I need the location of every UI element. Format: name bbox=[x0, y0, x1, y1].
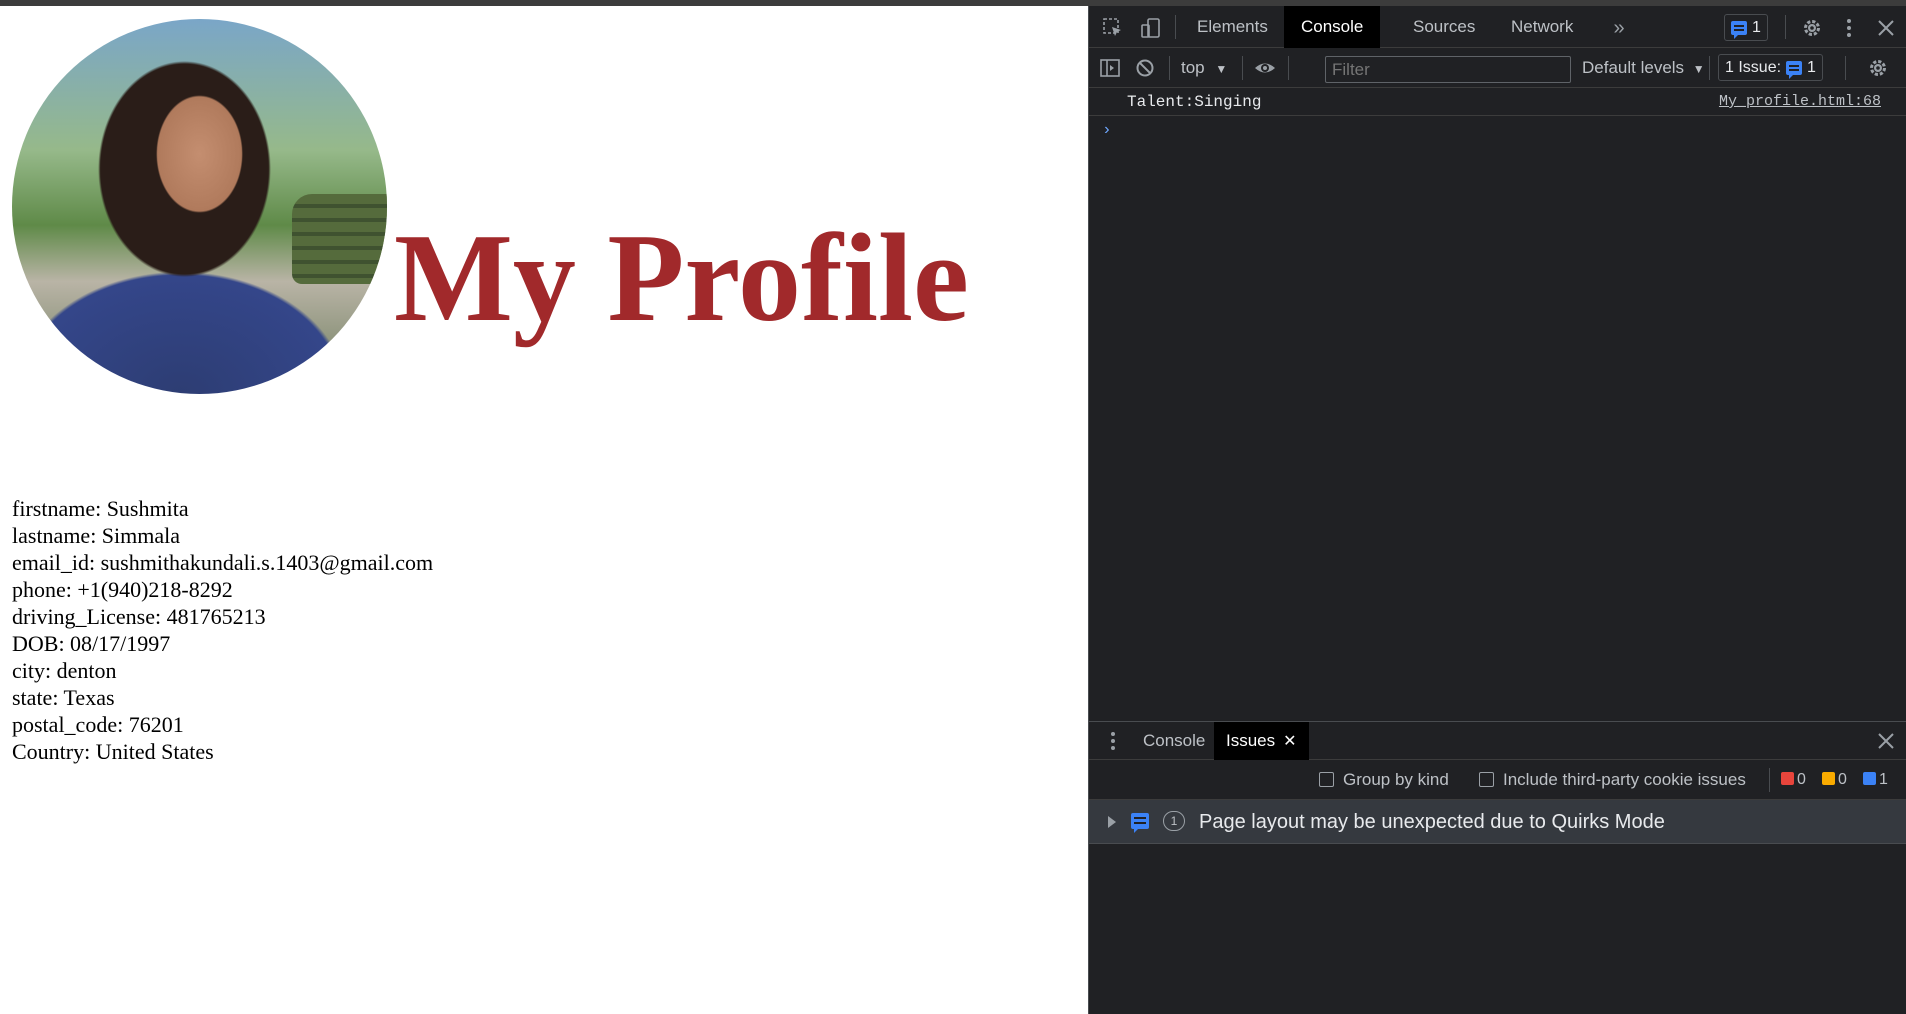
drawer-tab-bar: Console Issues ✕ bbox=[1089, 722, 1906, 760]
toolbar-divider bbox=[1242, 56, 1243, 80]
issue-count-pill: 1 bbox=[1163, 811, 1185, 831]
error-icon bbox=[1781, 772, 1794, 785]
messages-count: 1 bbox=[1752, 18, 1761, 36]
issue-row[interactable]: 1 Page layout may be unexpected due to Q… bbox=[1089, 800, 1906, 844]
close-icon[interactable] bbox=[1875, 17, 1897, 39]
drawer-menu-icon[interactable] bbox=[1102, 730, 1124, 752]
eye-icon[interactable] bbox=[1253, 57, 1275, 79]
third-party-label: Include third-party cookie issues bbox=[1503, 770, 1746, 789]
detail-state: state: Texas bbox=[12, 685, 115, 710]
toolbar-divider bbox=[1169, 56, 1170, 80]
context-label: top bbox=[1181, 58, 1205, 77]
device-toolbar-icon[interactable] bbox=[1140, 17, 1162, 39]
console-output: Talent:Singing My_profile.html:68 › bbox=[1089, 88, 1906, 728]
drawer-tab-issues[interactable]: Issues ✕ bbox=[1214, 722, 1309, 760]
drawer-tab-console[interactable]: Console bbox=[1131, 722, 1217, 760]
context-selector[interactable]: top ▼ bbox=[1181, 48, 1227, 88]
toolbar-divider bbox=[1288, 56, 1289, 80]
info-count: 1 bbox=[1863, 760, 1888, 800]
sidebar-toggle-icon[interactable] bbox=[1099, 57, 1121, 79]
issues-count: 1 bbox=[1807, 58, 1816, 76]
page-title: My Profile bbox=[394, 209, 969, 348]
detail-city: city: denton bbox=[12, 658, 117, 683]
tab-network[interactable]: Network bbox=[1494, 6, 1590, 48]
levels-label: Default levels bbox=[1582, 58, 1685, 77]
console-prompt[interactable]: › bbox=[1102, 121, 1112, 139]
toolbar-divider bbox=[1845, 56, 1846, 80]
drawer-tab-issues-label: Issues bbox=[1226, 731, 1276, 750]
messages-badge[interactable]: 1 bbox=[1724, 14, 1768, 41]
expand-triangle-icon[interactable] bbox=[1108, 816, 1116, 828]
console-message: Talent:Singing bbox=[1127, 93, 1262, 111]
warning-icon bbox=[1822, 772, 1835, 785]
issues-button[interactable]: 1 Issue: 1 bbox=[1718, 54, 1823, 81]
settings-icon[interactable] bbox=[1801, 17, 1823, 39]
group-by-kind-checkbox[interactable] bbox=[1319, 772, 1334, 787]
detail-driving-license: driving_License: 481765213 bbox=[12, 604, 266, 629]
console-source-link[interactable]: My_profile.html:68 bbox=[1719, 93, 1881, 110]
issue-type-icon bbox=[1131, 813, 1149, 833]
issues-toolbar: Group by kind Include third-party cookie… bbox=[1089, 760, 1906, 800]
info-count-value: 1 bbox=[1879, 771, 1888, 788]
kebab-menu-icon[interactable] bbox=[1838, 17, 1860, 39]
detail-dob: DOB: 08/17/1997 bbox=[12, 631, 171, 656]
profile-details: firstname: Sushmita lastname: Simmala em… bbox=[12, 495, 433, 765]
issues-label: 1 Issue: bbox=[1725, 58, 1782, 76]
group-by-kind-label: Group by kind bbox=[1343, 770, 1449, 789]
warning-count: 0 bbox=[1822, 760, 1847, 800]
page-viewport: My Profile firstname: Sushmita lastname:… bbox=[0, 6, 1088, 1014]
tab-divider bbox=[1785, 15, 1786, 39]
console-settings-icon[interactable] bbox=[1867, 57, 1889, 79]
detail-phone: phone: +1(940)218-8292 bbox=[12, 577, 233, 602]
detail-country: Country: United States bbox=[12, 739, 214, 764]
clear-console-icon[interactable] bbox=[1134, 57, 1156, 79]
tab-divider bbox=[1175, 15, 1176, 39]
toolbar-divider bbox=[1769, 768, 1770, 792]
detail-email: email_id: sushmithakundali.s.1403@gmail.… bbox=[12, 550, 434, 575]
devtools-tab-bar: Elements Console Sources Network » 1 bbox=[1089, 6, 1906, 48]
photo-bench bbox=[292, 194, 387, 284]
warning-count-value: 0 bbox=[1838, 771, 1847, 788]
issue-title: Page layout may be unexpected due to Qui… bbox=[1199, 811, 1665, 833]
tab-sources[interactable]: Sources bbox=[1396, 6, 1492, 48]
tab-elements[interactable]: Elements bbox=[1180, 6, 1285, 48]
chevron-down-icon: ▼ bbox=[1215, 62, 1228, 76]
toolbar-divider bbox=[1709, 56, 1710, 80]
message-icon bbox=[1731, 20, 1747, 39]
devtools-panel: Elements Console Sources Network » 1 top… bbox=[1088, 6, 1906, 1014]
devtools-drawer: Console Issues ✕ Group by kind Include th… bbox=[1089, 721, 1906, 1014]
info-icon bbox=[1863, 772, 1876, 785]
detail-firstname: firstname: Sushmita bbox=[12, 496, 189, 521]
chevron-down-icon: ▼ bbox=[1692, 62, 1705, 76]
error-count: 0 bbox=[1781, 760, 1806, 800]
tab-console[interactable]: Console bbox=[1284, 6, 1381, 48]
close-tab-icon[interactable]: ✕ bbox=[1283, 733, 1296, 750]
detail-postal-code: postal_code: 76201 bbox=[12, 712, 184, 737]
levels-dropdown[interactable]: Default levels ▼ bbox=[1582, 48, 1705, 88]
third-party-checkbox[interactable] bbox=[1479, 772, 1494, 787]
console-toolbar: top ▼ Default levels ▼ 1 Issue: 1 bbox=[1089, 48, 1906, 88]
filter-input[interactable] bbox=[1325, 56, 1571, 83]
inspect-icon[interactable] bbox=[1102, 17, 1124, 39]
error-count-value: 0 bbox=[1797, 771, 1806, 788]
message-icon bbox=[1786, 60, 1803, 79]
detail-lastname: lastname: Simmala bbox=[12, 523, 181, 548]
console-message-row: Talent:Singing My_profile.html:68 bbox=[1089, 88, 1906, 116]
more-tabs-icon[interactable]: » bbox=[1608, 17, 1630, 39]
close-drawer-icon[interactable] bbox=[1875, 730, 1897, 752]
profile-photo bbox=[12, 19, 387, 394]
